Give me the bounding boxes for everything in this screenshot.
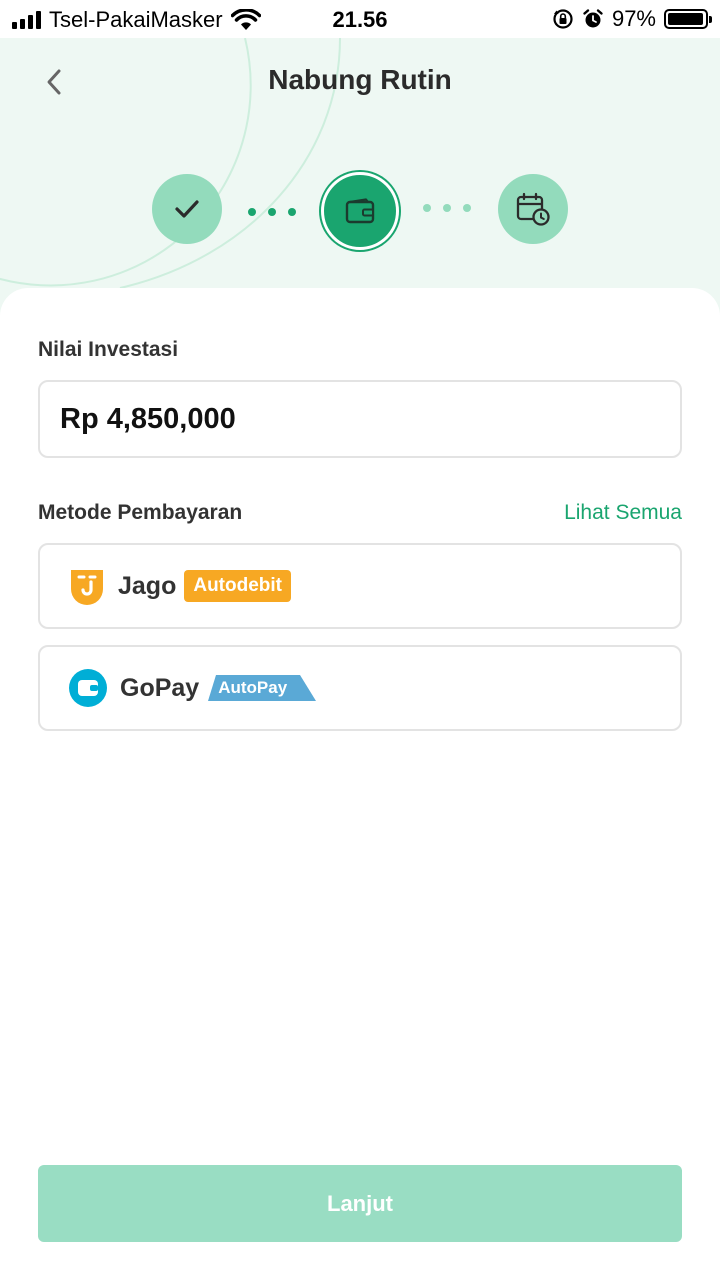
continue-button[interactable]: Lanjut bbox=[38, 1165, 682, 1242]
alarm-icon bbox=[583, 9, 603, 28]
progress-stepper bbox=[0, 172, 720, 254]
gopay-logo-icon bbox=[69, 669, 107, 707]
status-right: 97% bbox=[552, 6, 712, 32]
payment-option-jago[interactable]: Jago Autodebit bbox=[38, 543, 682, 629]
status-bar: Tsel-PakaiMasker 21.56 97% bbox=[0, 0, 720, 38]
autopay-badge: AutoPay bbox=[208, 675, 317, 701]
battery-percent: 97% bbox=[611, 6, 656, 31]
battery-icon bbox=[664, 9, 712, 29]
step-connector-upcoming bbox=[423, 204, 471, 212]
rotation-lock-icon bbox=[553, 9, 573, 29]
payment-option-gopay[interactable]: GoPay AutoPay bbox=[38, 645, 682, 731]
page-title: Nabung Rutin bbox=[268, 64, 452, 95]
see-all-link[interactable]: Lihat Semua bbox=[564, 501, 682, 525]
investment-label: Nilai Investasi bbox=[38, 338, 179, 361]
autopay-badge-label: AutoPay bbox=[218, 678, 288, 697]
calendar-clock-icon bbox=[516, 192, 550, 226]
payment-method-label: Metode Pembayaran bbox=[38, 501, 243, 524]
check-icon bbox=[175, 200, 199, 218]
autodebit-badge: Autodebit bbox=[184, 570, 292, 602]
step-done bbox=[152, 174, 222, 244]
battery-fill bbox=[668, 13, 703, 25]
payment-name-gopay: GoPay bbox=[120, 673, 200, 702]
step-active bbox=[321, 172, 399, 250]
step-connector-completed bbox=[248, 208, 296, 216]
payment-name-jago: Jago bbox=[118, 571, 177, 600]
step-upcoming bbox=[498, 174, 568, 244]
wallet-icon bbox=[345, 198, 375, 224]
content-card: Nilai Investasi Rp 4,850,000 Metode Pemb… bbox=[0, 288, 720, 1280]
jago-logo-icon bbox=[71, 570, 103, 605]
investment-amount-field[interactable]: Rp 4,850,000 bbox=[38, 380, 682, 458]
